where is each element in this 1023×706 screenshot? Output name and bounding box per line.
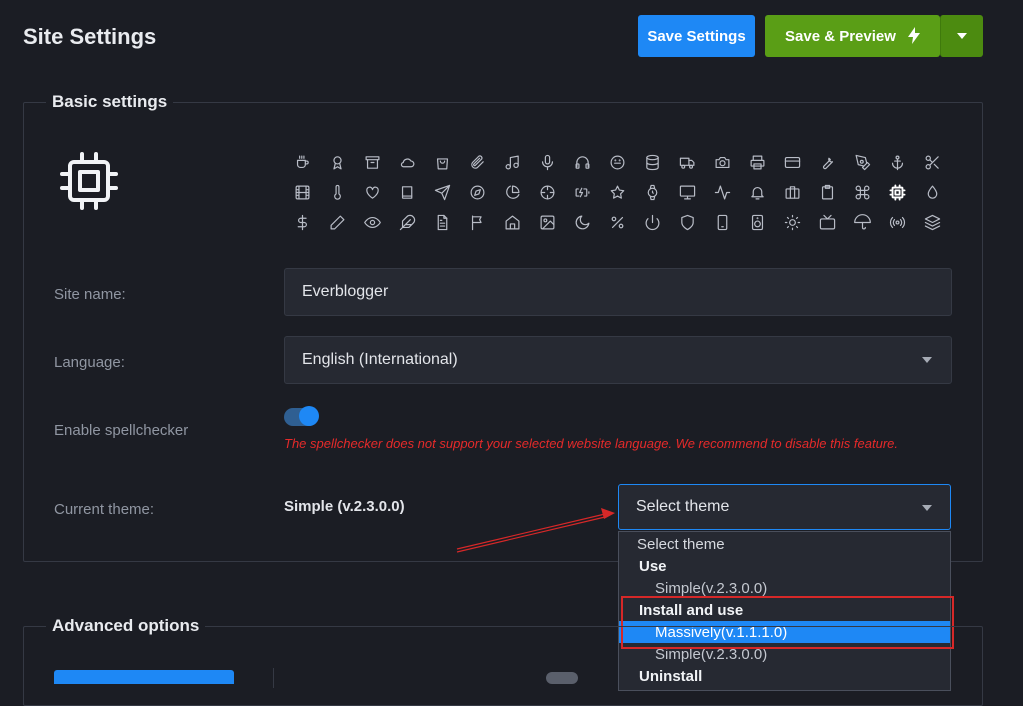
archive-icon[interactable] <box>355 147 390 177</box>
truck-icon[interactable] <box>670 147 705 177</box>
watch-icon[interactable] <box>635 177 670 207</box>
save-preview-label: Save & Preview <box>785 27 896 45</box>
save-preview-dropdown-button[interactable] <box>940 15 983 57</box>
headphones-icon[interactable] <box>565 147 600 177</box>
briefcase-icon[interactable] <box>775 177 810 207</box>
page-title: Site Settings <box>23 24 157 49</box>
basic-settings-legend: Basic settings <box>46 92 174 112</box>
chevron-down-icon <box>957 33 967 39</box>
chevron-down-icon <box>922 505 932 511</box>
flag-icon[interactable] <box>460 207 495 237</box>
theme-select[interactable]: Select theme <box>618 484 951 530</box>
paperclip-icon[interactable] <box>460 147 495 177</box>
save-preview-button[interactable]: Save & Preview <box>765 15 940 57</box>
language-label: Language: <box>54 354 125 371</box>
chevron-down-icon <box>922 357 932 363</box>
advanced-action-button[interactable] <box>54 670 234 684</box>
percent-icon[interactable] <box>600 207 635 237</box>
award-icon[interactable] <box>320 147 355 177</box>
droplet-icon[interactable] <box>915 177 950 207</box>
anchor-icon[interactable] <box>880 147 915 177</box>
tv-icon[interactable] <box>810 207 845 237</box>
camera-icon[interactable] <box>705 147 740 177</box>
language-value: English (International) <box>302 351 458 368</box>
radio-icon[interactable] <box>880 207 915 237</box>
umbrella-icon[interactable] <box>845 207 880 237</box>
power-icon[interactable] <box>635 207 670 237</box>
home-icon[interactable] <box>495 207 530 237</box>
database-icon[interactable] <box>635 147 670 177</box>
heart-icon[interactable] <box>355 177 390 207</box>
cloud-icon[interactable] <box>390 147 425 177</box>
advanced-toggle[interactable] <box>546 672 578 684</box>
crosshair-icon[interactable] <box>530 177 565 207</box>
spellcheck-toggle-knob[interactable] <box>299 406 319 426</box>
music-icon[interactable] <box>495 147 530 177</box>
thermometer-icon[interactable] <box>320 177 355 207</box>
compass-icon[interactable] <box>460 177 495 207</box>
mic-icon[interactable] <box>530 147 565 177</box>
theme-select-value: Select theme <box>636 498 730 515</box>
book-icon[interactable] <box>390 177 425 207</box>
monitor-icon[interactable] <box>670 177 705 207</box>
dollar-icon[interactable] <box>285 207 320 237</box>
speaker-icon[interactable] <box>740 207 775 237</box>
current-theme-label: Current theme: <box>54 501 155 518</box>
coffee-icon[interactable] <box>285 147 320 177</box>
eye-icon[interactable] <box>355 207 390 237</box>
annotation-arrow <box>456 508 615 553</box>
advanced-divider <box>273 668 274 688</box>
credit-card-icon[interactable] <box>775 147 810 177</box>
smile-icon[interactable] <box>600 147 635 177</box>
activity-icon[interactable] <box>705 177 740 207</box>
site-name-label: Site name: <box>54 286 126 303</box>
dropdown-group-use: Use <box>639 557 667 575</box>
wrench-icon[interactable] <box>810 147 845 177</box>
site-name-input[interactable]: Everblogger <box>284 268 952 316</box>
command-icon[interactable] <box>845 177 880 207</box>
shopping-bag-icon[interactable] <box>425 147 460 177</box>
film-icon[interactable] <box>285 177 320 207</box>
cpu-icon[interactable] <box>880 177 915 207</box>
pencil-icon[interactable] <box>320 207 355 237</box>
star-icon[interactable] <box>600 177 635 207</box>
spellcheck-warning: The spellchecker does not support your s… <box>284 436 898 451</box>
clipboard-icon[interactable] <box>810 177 845 207</box>
save-settings-button[interactable]: Save Settings <box>638 15 755 57</box>
bell-icon[interactable] <box>740 177 775 207</box>
smartphone-icon[interactable] <box>705 207 740 237</box>
advanced-options-panel <box>23 626 983 706</box>
layers-icon[interactable] <box>915 207 950 237</box>
advanced-options-legend: Advanced options <box>46 616 206 636</box>
lightning-icon <box>908 27 920 44</box>
cpu-icon <box>60 152 118 210</box>
image-icon[interactable] <box>530 207 565 237</box>
feather-icon[interactable] <box>390 207 425 237</box>
shield-icon[interactable] <box>670 207 705 237</box>
scissors-icon[interactable] <box>915 147 950 177</box>
send-icon[interactable] <box>425 177 460 207</box>
pen-tool-icon[interactable] <box>845 147 880 177</box>
moon-icon[interactable] <box>565 207 600 237</box>
dropdown-option-placeholder[interactable]: Select theme <box>619 533 950 555</box>
battery-charging-icon[interactable] <box>565 177 600 207</box>
pie-chart-icon[interactable] <box>495 177 530 207</box>
spellcheck-label: Enable spellchecker <box>54 422 189 439</box>
printer-icon[interactable] <box>740 147 775 177</box>
file-text-icon[interactable] <box>425 207 460 237</box>
current-theme-value: Simple (v.2.3.0.0) <box>284 498 405 515</box>
sun-icon[interactable] <box>775 207 810 237</box>
language-select[interactable]: English (International) <box>284 336 952 384</box>
icon-picker <box>285 147 950 237</box>
